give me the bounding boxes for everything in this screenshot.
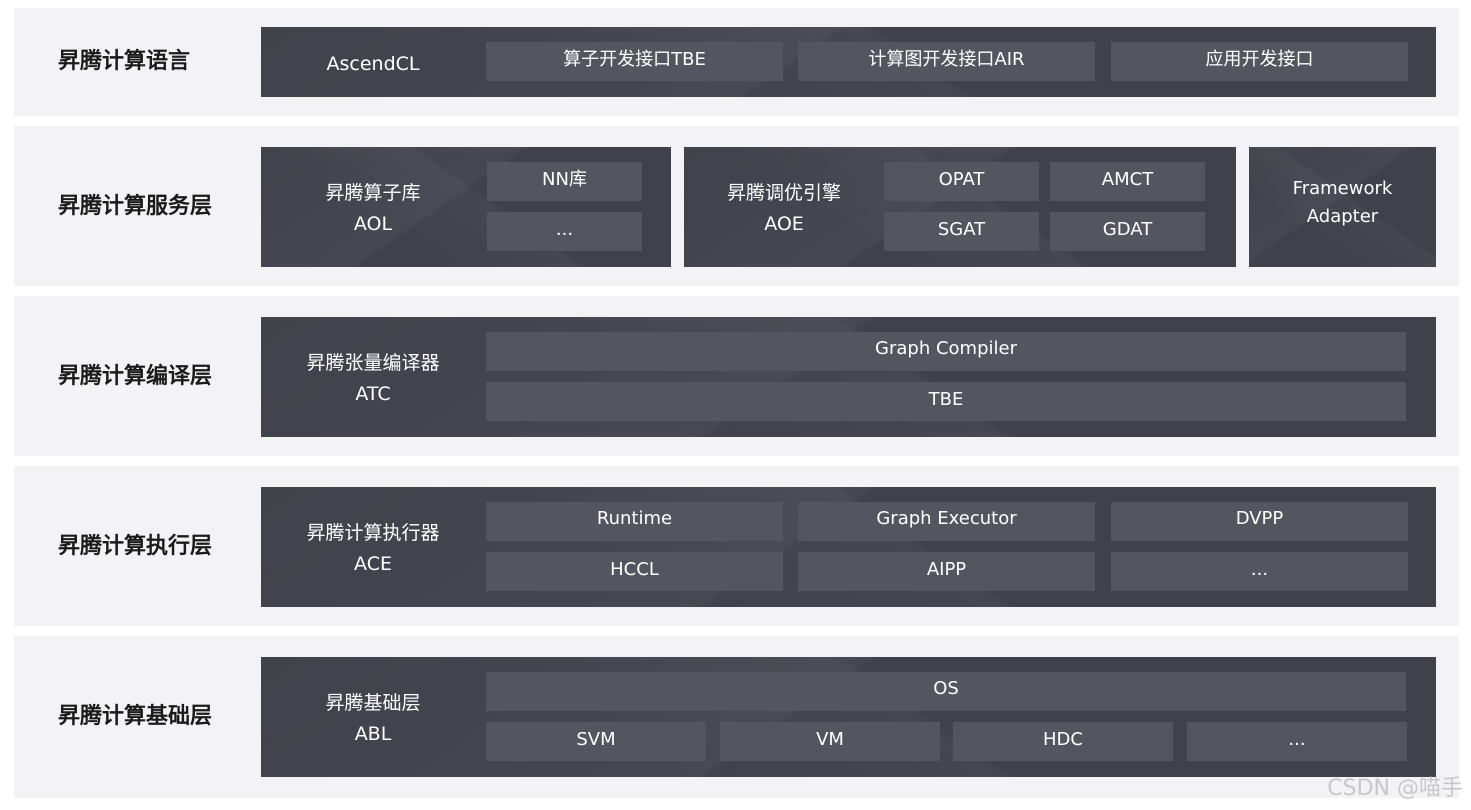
panel-aoe: 昇腾调优引擎 AOE OPAT AMCT SGAT GDAT bbox=[684, 147, 1236, 267]
layer-title-execute: 昇腾计算执行层 bbox=[58, 534, 213, 559]
box-gdat: GDAT bbox=[1050, 212, 1205, 251]
panel-atc: 昇腾张量编译器 ATC Graph Compiler TBE bbox=[261, 317, 1436, 437]
panel-framework-adapter: Framework Adapter bbox=[1249, 147, 1436, 267]
box-ace-more: ... bbox=[1111, 552, 1408, 591]
atc-label-line1: 昇腾张量编译器 bbox=[306, 352, 440, 374]
box-vm: VM bbox=[720, 722, 940, 761]
layer-title-compile: 昇腾计算编译层 bbox=[58, 364, 213, 389]
box-dvpp: DVPP bbox=[1111, 502, 1408, 541]
ascend-architecture-diagram: 昇腾计算语言 AscendCL 算子开发接口TBE 计算图开发接口AIR 应用开… bbox=[0, 0, 1471, 810]
ascendcl-label: AscendCL bbox=[326, 53, 420, 75]
aol-label-line2: AOL bbox=[353, 213, 393, 235]
box-amct: AMCT bbox=[1050, 162, 1205, 201]
aol-label: 昇腾算子库 AOL bbox=[261, 178, 485, 240]
ace-label-line2: ACE bbox=[354, 553, 392, 575]
box-graph-dev-api-air: 计算图开发接口AIR bbox=[798, 42, 1095, 81]
box-sgat: SGAT bbox=[884, 212, 1039, 251]
box-nn-library: NN库 bbox=[487, 162, 642, 201]
box-aol-more: ... bbox=[487, 212, 642, 251]
panel-ace: 昇腾计算执行器 ACE Runtime Graph Executor DVPP … bbox=[261, 487, 1436, 607]
box-os: OS bbox=[486, 672, 1406, 711]
atc-label-line2: ATC bbox=[355, 383, 391, 405]
panel-abl: 昇腾基础层 ABL OS SVM VM HDC ... bbox=[261, 657, 1436, 777]
box-graph-compiler: Graph Compiler bbox=[486, 332, 1406, 371]
box-opat: OPAT bbox=[884, 162, 1039, 201]
ace-label: 昇腾计算执行器 ACE bbox=[261, 518, 485, 580]
abl-label: 昇腾基础层 ABL bbox=[261, 688, 485, 750]
atc-label: 昇腾张量编译器 ATC bbox=[261, 348, 485, 410]
layer-title-language: 昇腾计算语言 bbox=[58, 49, 191, 74]
layer-title-base: 昇腾计算基础层 bbox=[58, 704, 213, 729]
abl-label-line2: ABL bbox=[354, 723, 392, 745]
box-app-dev-api: 应用开发接口 bbox=[1111, 42, 1408, 81]
box-graph-executor: Graph Executor bbox=[798, 502, 1095, 541]
aoe-label: 昇腾调优引擎 AOE bbox=[684, 178, 884, 240]
aol-label-line1: 昇腾算子库 bbox=[325, 182, 421, 204]
panel-aol: 昇腾算子库 AOL NN库 ... bbox=[261, 147, 671, 267]
box-svm: SVM bbox=[486, 722, 706, 761]
box-abl-more: ... bbox=[1187, 722, 1407, 761]
box-hdc: HDC bbox=[953, 722, 1173, 761]
framework-adapter-label: Framework Adapter bbox=[1249, 175, 1436, 231]
aoe-label-line1: 昇腾调优引擎 bbox=[726, 182, 841, 204]
layer-title-service: 昇腾计算服务层 bbox=[58, 194, 213, 219]
ace-label-line1: 昇腾计算执行器 bbox=[306, 522, 440, 544]
csdn-watermark: CSDN @喵手 bbox=[1327, 776, 1463, 801]
box-aipp: AIPP bbox=[798, 552, 1095, 591]
abl-label-line1: 昇腾基础层 bbox=[325, 692, 421, 714]
panel-ascendcl: AscendCL 算子开发接口TBE 计算图开发接口AIR 应用开发接口 bbox=[261, 27, 1436, 97]
box-hccl: HCCL bbox=[486, 552, 783, 591]
box-runtime: Runtime bbox=[486, 502, 783, 541]
box-operator-dev-api-tbe: 算子开发接口TBE bbox=[486, 42, 783, 81]
framework-adapter-line1: Framework bbox=[1292, 178, 1393, 199]
box-tbe: TBE bbox=[486, 382, 1406, 421]
aoe-label-line2: AOE bbox=[764, 213, 804, 235]
framework-adapter-line2: Adapter bbox=[1306, 206, 1379, 227]
